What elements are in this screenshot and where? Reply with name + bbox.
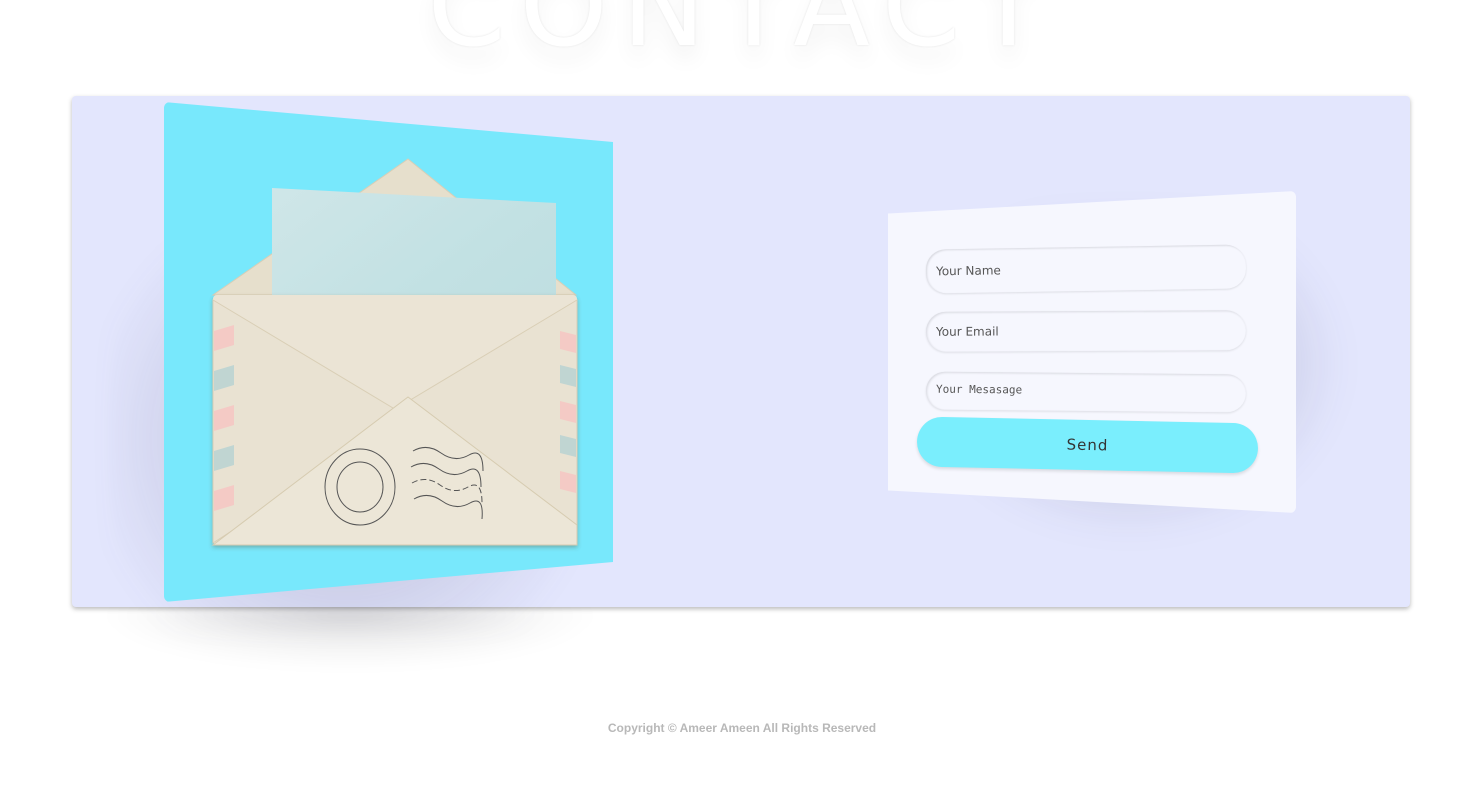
message-textarea[interactable] [925, 371, 1247, 413]
copyright-text: Copyright © Ameer Ameen All Rights Reser… [607, 721, 877, 735]
email-input[interactable] [925, 310, 1247, 352]
background-heading: CONTACT [427, 0, 1057, 72]
envelope-icon [211, 158, 578, 546]
send-button[interactable]: Send [916, 416, 1259, 474]
contact-page: CONTACT Your Name Your Email Your Mesasa… [0, 0, 1484, 809]
name-input[interactable] [925, 244, 1247, 294]
